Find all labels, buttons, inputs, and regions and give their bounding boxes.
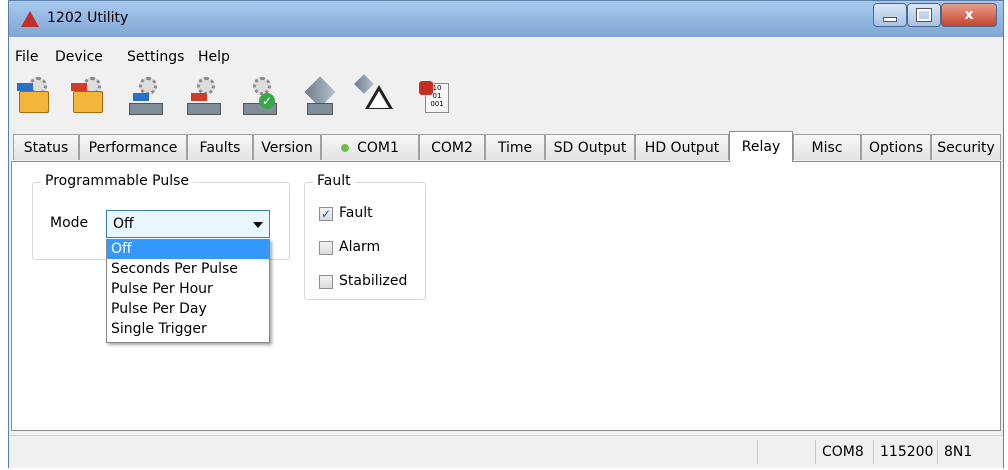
- tab-label: Status: [23, 139, 69, 156]
- tab-label: Time: [497, 139, 533, 156]
- tab-version[interactable]: Version: [253, 134, 321, 160]
- connection-status-icon: [341, 143, 350, 152]
- mode-label: Mode: [50, 215, 89, 231]
- tab-label: Misc: [811, 139, 843, 156]
- fault-checkbox[interactable]: ✓: [319, 207, 333, 221]
- tab-label: Options: [868, 139, 924, 156]
- alarm-checkbox[interactable]: [319, 241, 333, 255]
- maximize-button[interactable]: [907, 3, 941, 27]
- window-title: 1202 Utility: [47, 10, 129, 26]
- tab-options[interactable]: Options: [861, 134, 931, 160]
- status-port: COM8: [815, 440, 873, 464]
- save-config-icon[interactable]: [71, 77, 109, 115]
- menu-bar: File Device Settings Help: [9, 45, 1003, 69]
- open-config-icon[interactable]: [17, 77, 55, 115]
- mode-select[interactable]: Off: [106, 210, 270, 238]
- menu-device[interactable]: Device: [55, 49, 103, 65]
- close-icon: x: [964, 7, 974, 23]
- option-single-trigger[interactable]: Single Trigger: [107, 320, 269, 339]
- close-button[interactable]: x: [941, 3, 997, 27]
- app-window: 1202 Utility x File Device Settings Help…: [8, 0, 1004, 468]
- menu-help[interactable]: Help: [198, 49, 230, 65]
- title-bar[interactable]: 1202 Utility x: [9, 1, 1003, 37]
- group-title: Fault: [313, 173, 355, 189]
- status-baud: 115200: [873, 440, 937, 464]
- option-off[interactable]: Off: [107, 240, 269, 259]
- status-format: 8N1: [937, 440, 989, 464]
- verify-device-icon[interactable]: ✓: [241, 77, 279, 115]
- toolbar: ✓ 10 01 001: [9, 73, 1003, 121]
- tab-label: Faults: [199, 139, 241, 156]
- tab-relay[interactable]: Relay: [729, 131, 793, 162]
- tab-label: Performance: [88, 139, 178, 156]
- tab-label: Version: [261, 139, 313, 156]
- tab-com1[interactable]: COM1: [321, 134, 419, 160]
- tab-misc[interactable]: Misc: [793, 134, 861, 160]
- tab-sd-output[interactable]: SD Output: [545, 134, 635, 160]
- alarm-checkbox-label[interactable]: Alarm: [339, 239, 380, 255]
- relay-panel: Programmable Pulse Mode Off Off Seconds …: [11, 161, 1001, 431]
- stabilized-checkbox-label[interactable]: Stabilized: [339, 273, 407, 289]
- mode-dropdown-list: Off Seconds Per Pulse Pulse Per Hour Pul…: [106, 239, 270, 343]
- tab-time[interactable]: Time: [485, 134, 545, 160]
- warning-icon[interactable]: [354, 74, 393, 115]
- status-bar: COM8 115200 8N1: [9, 435, 1003, 468]
- tab-label: SD Output: [553, 139, 627, 156]
- tab-status[interactable]: Status: [13, 134, 79, 160]
- option-seconds-per-pulse[interactable]: Seconds Per Pulse: [107, 260, 269, 279]
- option-pulse-per-day[interactable]: Pulse Per Day: [107, 300, 269, 319]
- mode-value: Off: [113, 216, 134, 232]
- tab-hd-output[interactable]: HD Output: [635, 134, 729, 160]
- maximize-icon: [916, 8, 932, 22]
- tab-performance[interactable]: Performance: [79, 134, 187, 160]
- tab-faults[interactable]: Faults: [187, 134, 253, 160]
- tab-label: COM1: [357, 139, 399, 156]
- menu-settings[interactable]: Settings: [127, 49, 184, 65]
- tab-label: COM2: [431, 139, 473, 156]
- minimize-button[interactable]: [873, 3, 907, 27]
- menu-file[interactable]: File: [15, 49, 38, 65]
- minimize-icon: [883, 16, 897, 22]
- app-logo-icon: [21, 11, 39, 27]
- fault-checkbox-label[interactable]: Fault: [339, 205, 373, 221]
- fault-group: Fault ✓ Fault Alarm Stabilized: [304, 173, 426, 300]
- tab-label: Relay: [741, 139, 781, 155]
- tab-security[interactable]: Security: [931, 134, 1001, 160]
- chevron-down-icon[interactable]: [253, 222, 263, 228]
- write-device-icon[interactable]: [185, 77, 223, 115]
- read-device-icon[interactable]: [127, 77, 165, 115]
- status-empty-cell: [757, 440, 815, 464]
- tab-strip: Status Performance Faults Version COM1 C…: [9, 131, 1003, 162]
- option-pulse-per-hour[interactable]: Pulse Per Hour: [107, 280, 269, 299]
- tab-label: HD Output: [644, 139, 720, 156]
- firmware-icon[interactable]: 10 01 001: [417, 77, 455, 115]
- satellite-connect-icon[interactable]: [301, 76, 339, 115]
- tab-com2[interactable]: COM2: [419, 134, 485, 160]
- group-title: Programmable Pulse: [41, 173, 193, 189]
- stabilized-checkbox[interactable]: [319, 275, 333, 289]
- tab-label: Security: [937, 139, 995, 156]
